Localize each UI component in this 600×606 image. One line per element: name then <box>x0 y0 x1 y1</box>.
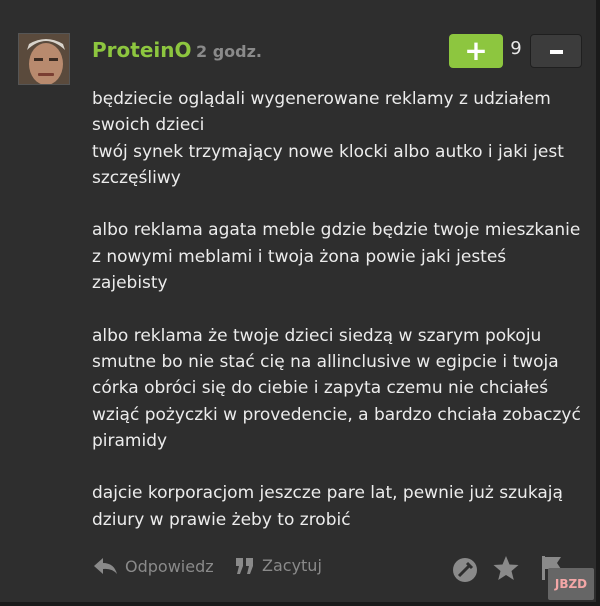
comment-body: będziecie oglądali wygenerowane reklamy … <box>92 86 587 533</box>
author-name[interactable]: ProteinO <box>92 38 191 62</box>
pin-icon[interactable] <box>452 557 478 583</box>
reply-arrow-icon <box>94 558 117 574</box>
avatar-image <box>19 34 69 84</box>
quote-icon <box>236 557 253 574</box>
vote-score: 9 <box>510 38 522 59</box>
star-icon[interactable] <box>492 554 520 582</box>
comment-paragraph-1: będziecie oglądali wygenerowane reklamy … <box>92 89 564 188</box>
quote-label: Zacytuj <box>262 556 322 575</box>
quote-button[interactable]: Zacytuj <box>235 556 322 575</box>
comment-paragraph-2: albo reklama agata meble gdzie będzie tw… <box>92 220 581 294</box>
reply-button[interactable]: Odpowiedz <box>92 556 214 576</box>
comment-time: 2 godz. <box>196 42 262 61</box>
comment-paragraph-3: albo reklama że twoje dzieci siedzą w sz… <box>92 325 581 451</box>
jbzd-watermark: JBZD <box>548 568 594 600</box>
avatar[interactable] <box>18 33 70 85</box>
comment-card: ProteinO 2 godz. + 9 będziecie oglądali … <box>0 0 600 606</box>
comment-paragraph-4: dajcie korporacjom jeszcze pare lat, pew… <box>92 483 563 530</box>
downvote-button[interactable] <box>530 34 582 68</box>
reply-label: Odpowiedz <box>125 556 214 576</box>
minus-icon <box>550 50 563 54</box>
upvote-button[interactable]: + <box>449 34 503 68</box>
